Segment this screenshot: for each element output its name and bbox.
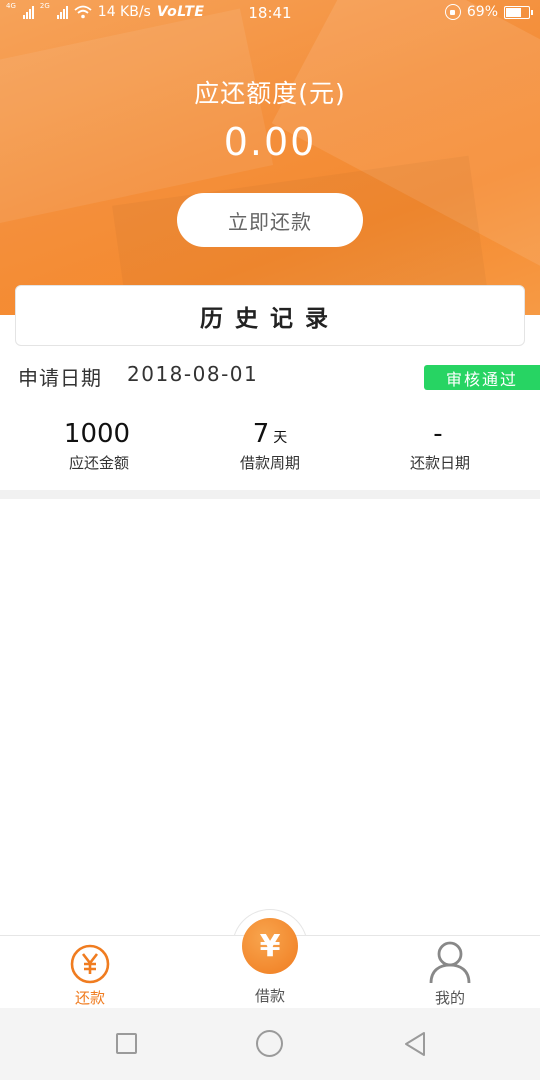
stat-amount-due: 1000 应还金额 [9, 418, 189, 473]
stat-label: 应还金额 [68, 454, 129, 472]
stat-unit: 天 [273, 430, 288, 446]
status-badge: 审核通过 [424, 365, 540, 390]
back-button[interactable] [402, 1030, 428, 1058]
apply-date-label: 申请日期 [18, 366, 102, 390]
history-records-header[interactable]: 历史记录 [15, 285, 525, 346]
status-bar: 4G 2G 14 KB/s VoLTE 18:41 69% [0, 0, 540, 28]
stat-label: 借款周期 [239, 454, 300, 472]
amount-due-title: 应还额度(元) [194, 79, 346, 108]
battery-percent: 69% [466, 4, 498, 20]
stat-value: - [433, 419, 443, 449]
battery-level [506, 7, 522, 17]
home-button[interactable] [256, 1030, 283, 1057]
tab-label: 借款 [254, 987, 285, 1005]
tab-label: 还款 [74, 989, 105, 1007]
tab-repay[interactable]: 还款 [20, 936, 160, 1009]
android-nav-bar [0, 1008, 540, 1080]
yen-circle-icon [70, 944, 110, 984]
rotation-lock-icon [444, 4, 461, 20]
amount-due-value: 0.00 [223, 120, 317, 164]
stat-label: 还款日期 [409, 454, 470, 472]
stat-repay-date: - 还款日期 [350, 418, 530, 473]
stat-value: 1000 [63, 419, 131, 449]
borrow-center-button[interactable]: ¥ [242, 918, 298, 974]
user-icon [429, 941, 471, 984]
record-stats: 1000 应还金额 7天 借款周期 - 还款日期 [0, 418, 540, 478]
recents-button[interactable] [116, 1033, 137, 1054]
battery-icon [504, 5, 533, 19]
apply-date-value: 2018-08-01 [127, 362, 259, 386]
stat-value: 7 [252, 419, 270, 449]
stat-loan-period: 7天 借款周期 [180, 418, 360, 473]
repay-now-button[interactable]: 立即还款 [177, 193, 363, 247]
tab-label: 我的 [434, 989, 465, 1007]
section-divider [0, 490, 540, 499]
tab-mine[interactable]: 我的 [380, 936, 520, 1009]
record-header: 申请日期 2018-08-01 审核通过 [18, 362, 540, 394]
